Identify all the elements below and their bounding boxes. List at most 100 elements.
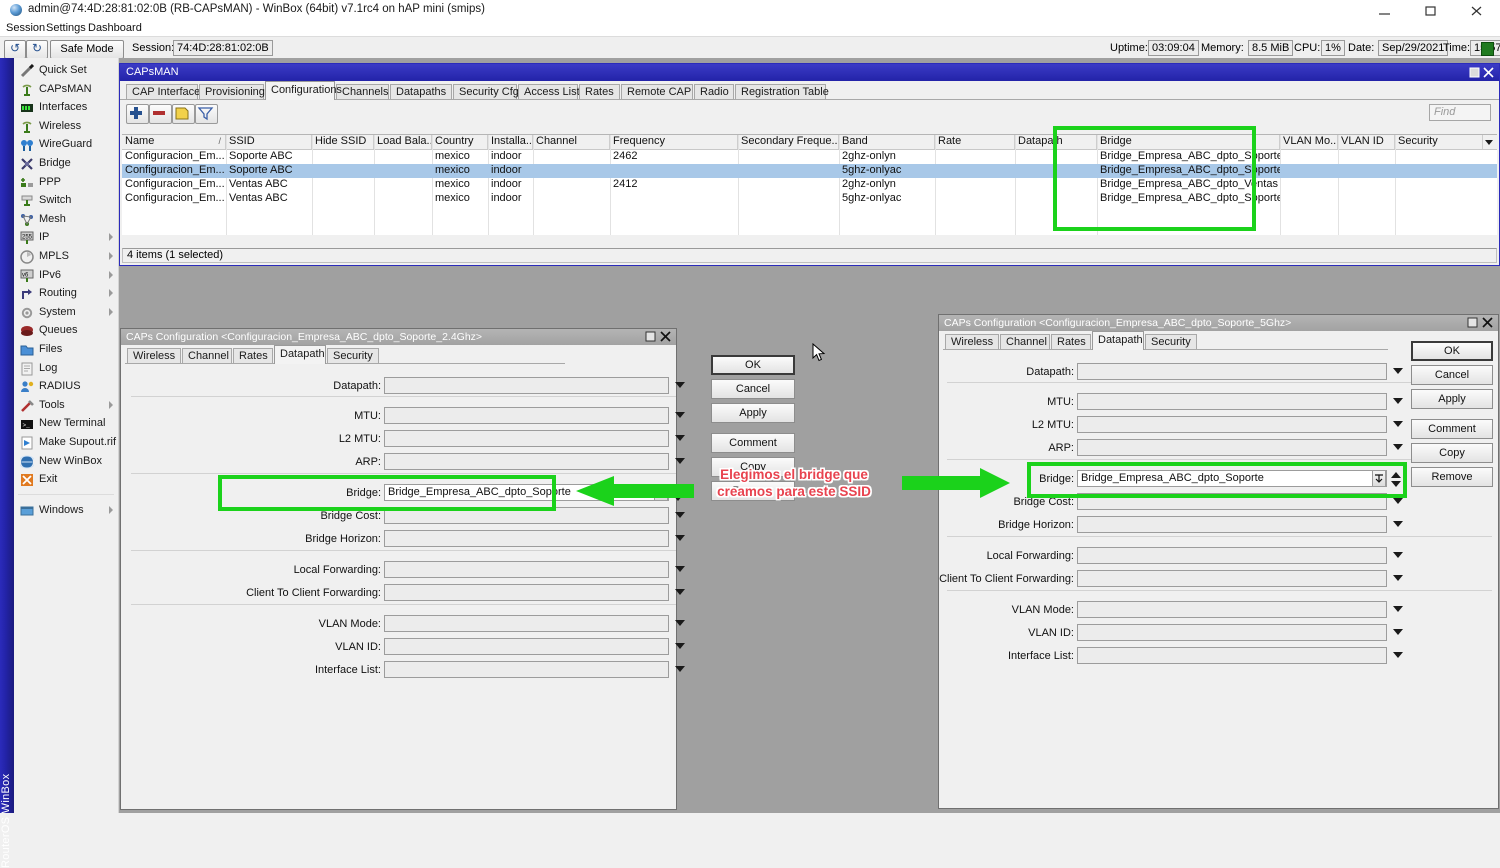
chevron-down-icon[interactable]	[675, 589, 685, 595]
field-input-l2-mtu[interactable]	[1077, 416, 1387, 433]
chevron-down-icon[interactable]	[1393, 606, 1403, 612]
dialog-left-tab-rates[interactable]: Rates	[233, 348, 273, 364]
field-input-bridge-cost[interactable]	[1077, 493, 1387, 510]
field-input-interface-list[interactable]	[1077, 647, 1387, 664]
column-header-secondary-freque[interactable]: Secondary Freque...	[738, 135, 839, 149]
dialog-left-cancel-button[interactable]: Cancel	[711, 379, 795, 399]
sidebar-item-log[interactable]: Log	[14, 360, 118, 379]
capsman-title-bar[interactable]: CAPsMAN	[120, 64, 1499, 81]
sidebar-item-tools[interactable]: Tools	[14, 397, 118, 416]
tab-remote-cap[interactable]: Remote CAP	[621, 84, 693, 100]
dialog-left-close-icon[interactable]	[660, 331, 671, 342]
add-icon[interactable]	[126, 104, 149, 124]
chevron-down-icon[interactable]	[675, 620, 685, 626]
column-header-installa[interactable]: Installa...	[488, 135, 533, 149]
tab-registration-table[interactable]: Registration Table	[735, 84, 826, 100]
dialog-right-comment-button[interactable]: Comment	[1411, 419, 1493, 439]
chevron-down-icon[interactable]	[675, 412, 685, 418]
filter-icon[interactable]	[195, 104, 218, 124]
field-input-vlan-mode[interactable]	[1077, 601, 1387, 618]
undo-icon[interactable]: ↺	[4, 40, 26, 59]
field-input-client-to-client-forwarding[interactable]	[384, 584, 669, 601]
configurations-table[interactable]: Name/SSIDHide SSIDLoad Bala...CountryIns…	[122, 134, 1497, 235]
field-input-bridge-cost[interactable]	[384, 507, 669, 524]
tab-channels[interactable]: Channels	[336, 84, 389, 100]
chevron-up-icon[interactable]	[1391, 472, 1401, 478]
tab-datapaths[interactable]: Datapaths	[390, 84, 452, 100]
dialog-left-tab-wireless[interactable]: Wireless	[127, 348, 181, 364]
dialog-left-ok-button[interactable]: OK	[711, 355, 795, 375]
sidebar-item-quick-set[interactable]: Quick Set	[14, 62, 118, 81]
column-header-bridge[interactable]: Bridge	[1097, 135, 1280, 149]
field-input-local-forwarding[interactable]	[1077, 547, 1387, 564]
remove-icon[interactable]	[149, 104, 172, 124]
column-header-country[interactable]: Country	[432, 135, 488, 149]
dialog-right-remove-button[interactable]: Remove	[1411, 467, 1493, 487]
field-input-arp[interactable]	[1077, 439, 1387, 456]
column-header-frequency[interactable]: Frequency	[610, 135, 738, 149]
field-input-l2-mtu[interactable]	[384, 430, 669, 447]
column-chooser-icon[interactable]	[1483, 136, 1495, 148]
sidebar-item-new-winbox[interactable]: New WinBox	[14, 453, 118, 472]
bridge-dropdown-icon[interactable]	[1372, 470, 1386, 487]
maximize-button[interactable]	[1408, 0, 1454, 20]
chevron-down-icon[interactable]	[1393, 575, 1403, 581]
chevron-down-icon[interactable]	[675, 666, 685, 672]
tab-cap-interface[interactable]: CAP Interface	[126, 84, 198, 100]
chevron-down-icon[interactable]	[1393, 652, 1403, 658]
field-input-vlan-id[interactable]	[1077, 624, 1387, 641]
sidebar-item-bridge[interactable]: Bridge	[14, 155, 118, 174]
column-header-datapath[interactable]: Datapath	[1015, 135, 1097, 149]
redo-icon[interactable]: ↻	[26, 40, 48, 59]
chevron-down-icon[interactable]	[1393, 552, 1403, 558]
table-row[interactable]: Configuracion_Em...Ventas ABCmexicoindoo…	[122, 192, 1497, 206]
field-input-mtu[interactable]	[384, 407, 669, 424]
sidebar-item-radius[interactable]: RADIUS	[14, 378, 118, 397]
safe-mode-button[interactable]: Safe Mode	[50, 40, 124, 59]
menu-dashboard[interactable]: Dashboard	[88, 22, 142, 34]
dialog-left-comment-button[interactable]: Comment	[711, 433, 795, 453]
chevron-down-icon[interactable]	[675, 535, 685, 541]
minimize-button[interactable]	[1362, 0, 1408, 20]
dialog-left-tab-security[interactable]: Security	[327, 348, 379, 364]
tab-security-cfg[interactable]: Security Cfg.	[453, 84, 517, 100]
sidebar-item-files[interactable]: Files	[14, 341, 118, 360]
chevron-down-icon[interactable]	[1393, 521, 1403, 527]
sidebar-item-wireless[interactable]: Wireless	[14, 118, 118, 137]
chevron-down-icon[interactable]	[675, 566, 685, 572]
sidebar-item-queues[interactable]: Queues	[14, 322, 118, 341]
column-header-ssid[interactable]: SSID	[226, 135, 312, 149]
chevron-down-icon[interactable]	[675, 643, 685, 649]
tab-rates[interactable]: Rates	[579, 84, 620, 100]
dialog-right-tab-security[interactable]: Security	[1145, 334, 1197, 350]
column-header-rate[interactable]: Rate	[935, 135, 1015, 149]
dialog-right-cancel-button[interactable]: Cancel	[1411, 365, 1493, 385]
field-input-bridge[interactable]: Bridge_Empresa_ABC_dpto_Soporte	[1077, 470, 1387, 487]
tab-provisioning[interactable]: Provisioning	[199, 84, 264, 100]
sidebar-item-system[interactable]: System	[14, 304, 118, 323]
field-input-bridge-horizon[interactable]	[384, 530, 669, 547]
chevron-down-icon[interactable]	[1393, 398, 1403, 404]
dialog-right-tab-wireless[interactable]: Wireless	[945, 334, 999, 350]
tab-configurations[interactable]: Configurations	[265, 81, 335, 100]
dialog-left-tab-datapath[interactable]: Datapath	[274, 345, 326, 364]
field-input-interface-list[interactable]	[384, 661, 669, 678]
chevron-down-icon[interactable]	[1393, 444, 1403, 450]
sidebar-item-switch[interactable]: Switch	[14, 192, 118, 211]
dialog-left-title-bar[interactable]: CAPs Configuration <Configuracion_Empres…	[121, 329, 676, 345]
sidebar-item-interfaces[interactable]: Interfaces	[14, 99, 118, 118]
dialog-right-close-icon[interactable]	[1482, 317, 1493, 328]
tab-radio[interactable]: Radio	[694, 84, 734, 100]
dialog-left-apply-button[interactable]: Apply	[711, 403, 795, 423]
dialog-right-tab-rates[interactable]: Rates	[1051, 334, 1091, 350]
sidebar-item-make-supout-rif[interactable]: Make Supout.rif	[14, 434, 118, 453]
dialog-right-ok-button[interactable]: OK	[1411, 341, 1493, 361]
field-input-mtu[interactable]	[1077, 393, 1387, 410]
sidebar-item-exit[interactable]: Exit	[14, 471, 118, 490]
table-row[interactable]: Configuracion_Em...Soporte ABCmexicoindo…	[122, 150, 1497, 164]
chevron-down-icon[interactable]	[675, 512, 685, 518]
field-input-datapath[interactable]	[1077, 363, 1387, 380]
sidebar-item-capsman[interactable]: CAPsMAN	[14, 81, 118, 100]
capsman-close-icon[interactable]	[1483, 67, 1494, 78]
chevron-down-icon[interactable]	[1393, 421, 1403, 427]
